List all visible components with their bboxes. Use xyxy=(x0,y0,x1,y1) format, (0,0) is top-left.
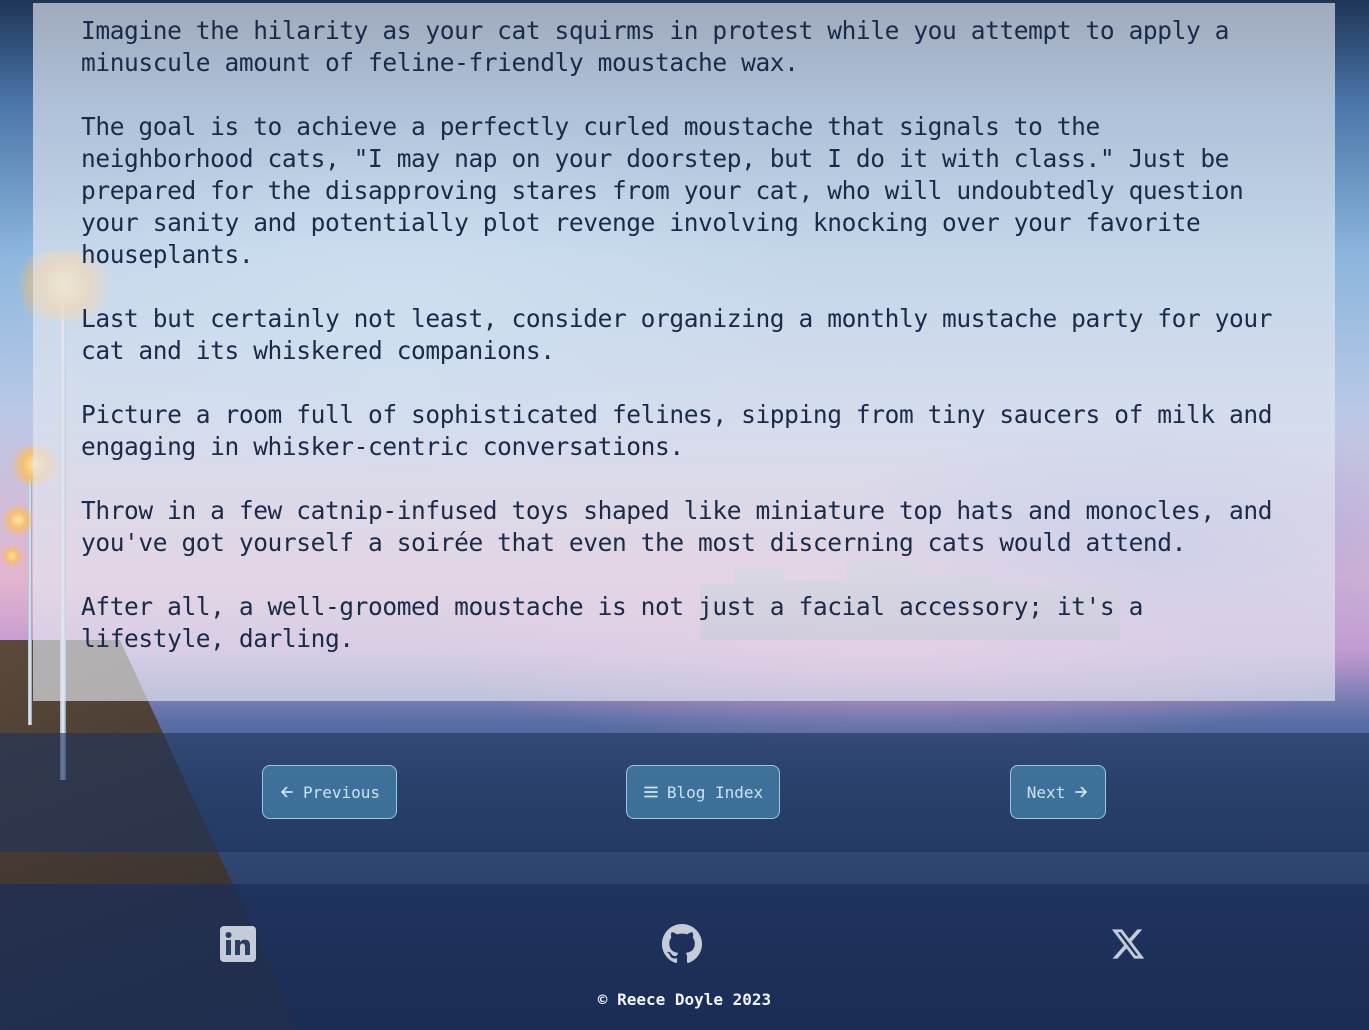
github-link[interactable] xyxy=(662,924,702,968)
article-paragraph: Last but certainly not least, consider o… xyxy=(81,304,1273,365)
linkedin-icon xyxy=(220,926,256,966)
post-navigation: Previous Blog Index Next xyxy=(0,733,1369,852)
menu-icon xyxy=(643,784,659,800)
article-paragraph: After all, a well-groomed moustache is n… xyxy=(81,592,1143,653)
background-lamp xyxy=(0,505,36,535)
copyright-text: © Reece Doyle 2023 xyxy=(597,990,772,1009)
blog-index-label: Blog Index xyxy=(666,782,764,802)
article-content: Imagine the hilarity as your cat squirms… xyxy=(33,3,1335,701)
background-lamp xyxy=(0,545,24,567)
article-paragraph: Imagine the hilarity as your cat squirms… xyxy=(81,16,1230,77)
x-icon xyxy=(1109,926,1147,966)
previous-button[interactable]: Previous xyxy=(262,765,397,819)
github-icon xyxy=(662,924,702,968)
background-lamp-pole xyxy=(28,465,32,725)
arrow-left-icon xyxy=(279,784,295,800)
previous-label: Previous xyxy=(302,782,381,802)
article-paragraph: Throw in a few catnip-infused toys shape… xyxy=(81,496,1273,557)
blog-index-button[interactable]: Blog Index xyxy=(626,765,780,819)
linkedin-link[interactable] xyxy=(218,926,258,966)
arrow-right-icon xyxy=(1073,784,1089,800)
next-button[interactable]: Next xyxy=(1010,765,1106,819)
next-label: Next xyxy=(1026,782,1066,802)
x-link[interactable] xyxy=(1108,926,1148,966)
site-footer: © Reece Doyle 2023 xyxy=(0,884,1369,1030)
article-paragraph: The goal is to achieve a perfectly curle… xyxy=(81,112,1244,269)
article-paragraph: Picture a room full of sophisticated fel… xyxy=(81,400,1273,461)
